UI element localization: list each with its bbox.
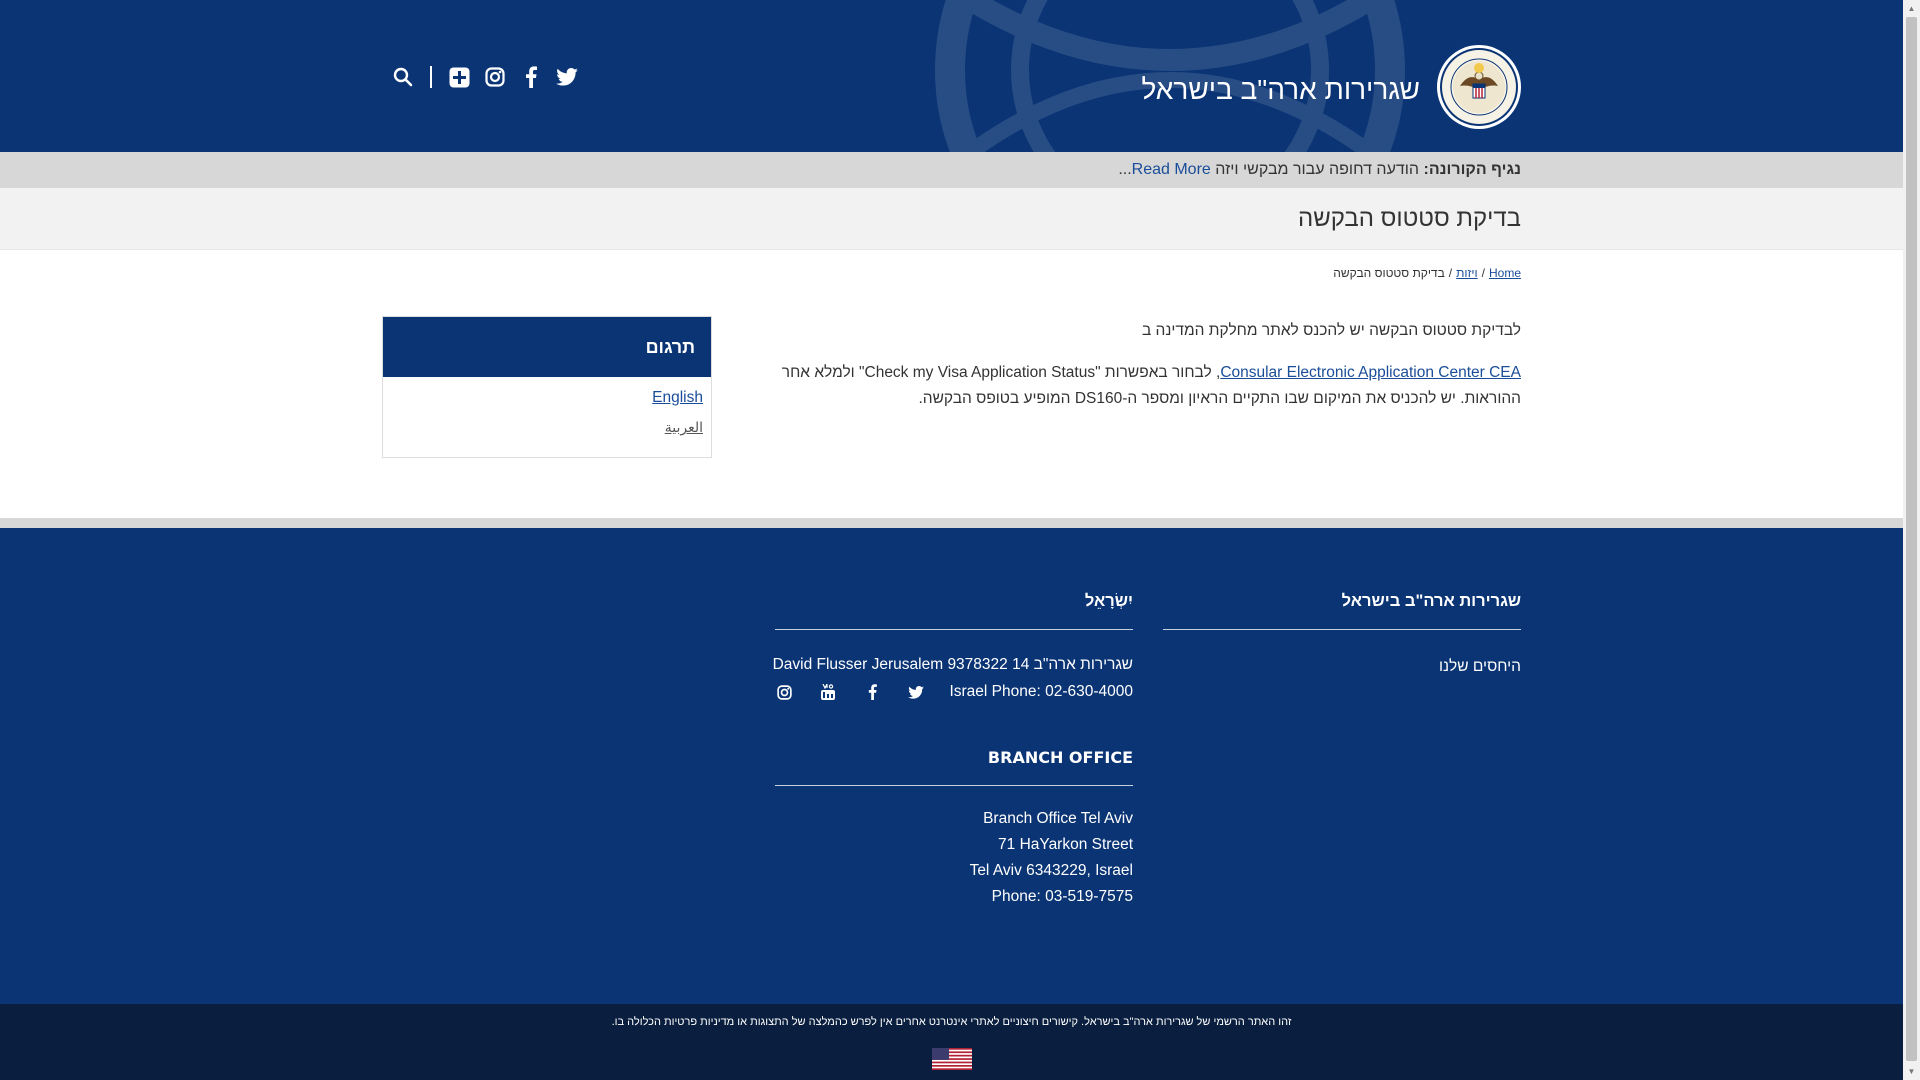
covid-alert-bar: נגיף הקורונה: הודעה דחופה עבור מבקשי ויז…	[0, 152, 1903, 188]
footer-israel-title: יִשְׂרָאֵל	[775, 592, 1133, 630]
youtube-icon[interactable]	[819, 682, 839, 702]
arabic-link[interactable]: العربية	[383, 419, 711, 436]
footer-embassy-title: שגרירות ארה"ב בישראל	[1163, 592, 1521, 630]
branch-office-address: Branch Office Tel Aviv 71 HaYarkon Stree…	[775, 806, 1133, 910]
facebook-icon[interactable]	[520, 66, 542, 88]
alert-message: הודעה דחופה עבור מבקשי ויזה	[1215, 161, 1420, 178]
plus-icon[interactable]	[448, 66, 470, 88]
branch-office-line: Branch Office Tel Aviv	[983, 810, 1133, 827]
english-link[interactable]: English	[383, 389, 711, 407]
read-more-link[interactable]: Read More	[1132, 161, 1211, 178]
instagram-icon[interactable]	[775, 682, 795, 702]
alert-text: נגיף הקורונה: הודעה דחופה עבור מבקשי ויז…	[1118, 161, 1521, 179]
divider	[430, 66, 432, 88]
footer-address: שגרירות ארה"ב 14 David Flusser Jerusalem…	[772, 656, 1133, 673]
twitter-icon[interactable]	[906, 682, 926, 702]
branch-office-phone: Phone: 03-519-7575	[991, 888, 1133, 905]
breadcrumb-home-link[interactable]: Home	[1489, 266, 1521, 280]
bottom-bar: זהו האתר הרשמי של שגרירות ארה"ב בישראל. …	[0, 1004, 1903, 1080]
breadcrumb-current: בדיקת סטטוס הבקשה	[1333, 266, 1445, 280]
alert-ellipsis: ...	[1118, 161, 1132, 178]
footer-phone-row: Israel Phone: 02-630-4000	[775, 682, 1133, 702]
site-footer: שגרירות ארה"ב בישראל היחסים שלנו יִשְׂרָ…	[0, 528, 1903, 1004]
us-flag-icon	[932, 1048, 972, 1070]
footer-column-embassy: שגרירות ארה"ב בישראל היחסים שלנו	[1163, 592, 1521, 676]
vertical-scrollbar[interactable]: ▲ ▼	[1903, 0, 1920, 1080]
footer-divider	[0, 518, 1903, 528]
instagram-icon[interactable]	[484, 66, 506, 88]
site-header: שגרירות ארה"ב בישראל	[0, 0, 1903, 152]
footer-phone: Israel Phone: 02-630-4000	[949, 683, 1133, 700]
breadcrumb-separator: /	[1481, 266, 1485, 280]
breadcrumb-visas-link[interactable]: ויזות	[1456, 266, 1478, 280]
twitter-icon[interactable]	[556, 66, 578, 88]
page-title-bar: בדיקת סטטוס הבקשה	[0, 188, 1903, 250]
page-title: בדיקת סטטוס הבקשה	[1298, 205, 1521, 232]
scroll-up-arrow-icon[interactable]: ▲	[1903, 0, 1920, 17]
branch-office-line: Tel Aviv 6343229, Israel	[969, 862, 1133, 879]
official-site-disclaimer: זהו האתר הרשמי של שגרירות ארה"ב בישראל. …	[611, 1016, 1292, 1028]
alert-prefix: נגיף הקורונה:	[1423, 161, 1522, 178]
scrollbar-thumb[interactable]	[1906, 17, 1917, 1061]
translation-widget: תרגום English العربية	[382, 316, 712, 458]
header-social-icons	[392, 66, 578, 88]
search-icon[interactable]	[392, 66, 414, 88]
footer-branch-office: BRANCH OFFICE Branch Office Tel Aviv 71 …	[775, 748, 1133, 910]
facebook-icon[interactable]	[862, 682, 882, 702]
content-paragraph-2: Consular Electronic Application Center C…	[731, 360, 1521, 412]
site-title[interactable]: שגרירות ארה"ב בישראל	[1142, 74, 1421, 106]
page: שגרירות ארה"ב בישראל נגיף הקורונה: הודעה	[0, 0, 1903, 1080]
cea-link[interactable]: Consular Electronic Application Center C…	[1220, 364, 1521, 381]
footer-column-israel: יִשְׂרָאֵל שגרירות ארה"ב 14 David Flusse…	[772, 592, 1133, 702]
breadcrumb: Home / ויזות / בדיקת סטטוס הבקשה	[1333, 266, 1521, 280]
branch-office-line: 71 HaYarkon Street	[998, 836, 1133, 853]
translation-widget-title: תרגום	[383, 317, 711, 377]
content-paragraph-1: לבדיקת סטטוס הבקשה יש להכנס לאתר מחלקת ה…	[1141, 322, 1521, 339]
footer-relations-link[interactable]: היחסים שלנו	[1163, 658, 1521, 676]
scroll-down-arrow-icon[interactable]: ▼	[1903, 1063, 1920, 1080]
main-content: לבדיקת סטטוס הבקשה יש להכנס לאתר מחלקת ה…	[731, 318, 1521, 428]
branch-office-title: BRANCH OFFICE	[775, 748, 1133, 786]
embassy-seal-logo[interactable]	[1436, 44, 1522, 130]
breadcrumb-separator: /	[1448, 266, 1453, 280]
